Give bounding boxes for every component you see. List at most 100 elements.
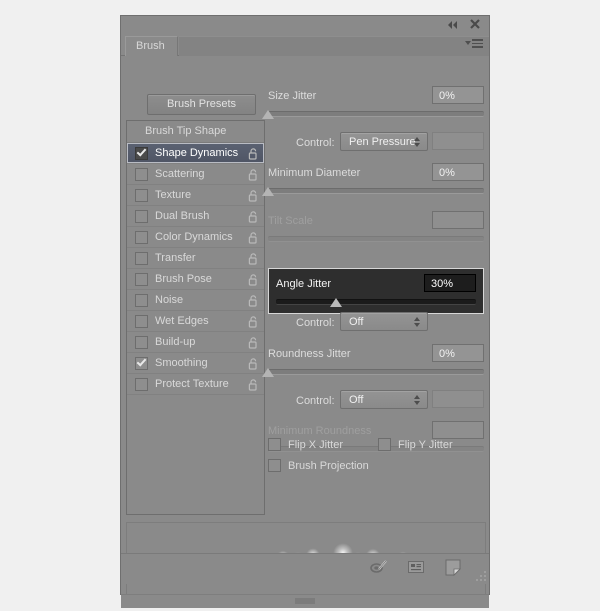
lock-icon[interactable]: [248, 315, 259, 328]
panel-bottom-strip: [121, 594, 489, 608]
size-control-aux-field[interactable]: [432, 132, 484, 150]
roundness-jitter-row: Roundness Jitter 0%: [268, 344, 484, 366]
brush-option-noise[interactable]: Noise: [127, 290, 264, 311]
flip-x-jitter-box: [268, 438, 281, 451]
brush-option-checkbox[interactable]: [135, 356, 148, 370]
tilt-scale-slider: [268, 234, 484, 248]
roundness-control-value: Off: [349, 394, 364, 406]
new-brush-icon[interactable]: [443, 558, 463, 576]
brush-option-transfer[interactable]: Transfer: [127, 248, 264, 269]
size-jitter-thumb[interactable]: [262, 110, 274, 119]
angle-control-stepper-icon: [414, 317, 420, 327]
create-new-preset-icon[interactable]: [406, 558, 426, 576]
app-background: Brush Brush Presets Brush Tip Shape Shap…: [0, 0, 600, 611]
lock-icon[interactable]: [248, 189, 259, 202]
size-control-select[interactable]: Pen Pressure: [340, 132, 428, 151]
panel-titlebar: [121, 16, 489, 34]
tilt-scale-row: Tilt Scale: [268, 211, 484, 233]
minimum-diameter-thumb[interactable]: [262, 187, 274, 196]
flip-y-jitter-label: Flip Y Jitter: [398, 438, 453, 451]
brush-presets-button[interactable]: Brush Presets: [147, 94, 256, 115]
brush-option-smoothing[interactable]: Smoothing: [127, 353, 264, 374]
brush-option-label: Smoothing: [155, 357, 208, 369]
brush-option-checkbox[interactable]: [135, 272, 148, 286]
brush-option-checkbox[interactable]: [135, 314, 148, 328]
panel-menu-icon[interactable]: [465, 39, 483, 48]
footer-icon-group: [369, 558, 463, 576]
brush-option-label: Color Dynamics: [155, 231, 233, 243]
roundness-jitter-slider[interactable]: [262, 367, 484, 381]
angle-jitter-slider[interactable]: [276, 297, 476, 311]
brush-option-label: Noise: [155, 294, 184, 306]
tab-brush[interactable]: Brush: [125, 36, 178, 56]
angle-control-label: Control:: [296, 317, 335, 329]
brush-option-build-up[interactable]: Build-up: [127, 332, 264, 353]
lock-icon[interactable]: [248, 294, 259, 307]
lock-icon[interactable]: [248, 273, 259, 286]
window-controls: [445, 18, 483, 32]
drag-handle-marks[interactable]: [295, 598, 315, 604]
brush-tip-shape-header[interactable]: Brush Tip Shape: [127, 121, 264, 143]
brush-option-checkbox[interactable]: [135, 188, 148, 202]
brush-projection-checkbox[interactable]: Brush Projection: [268, 459, 369, 472]
tilt-scale-label: Tilt Scale: [268, 215, 313, 227]
brush-option-checkbox[interactable]: [135, 335, 148, 349]
panel-menu-caret: [465, 41, 471, 46]
minimum-diameter-value[interactable]: 0%: [432, 163, 484, 181]
flip-options: Flip X Jitter Flip Y Jitter Brush Projec…: [268, 438, 484, 480]
lock-icon[interactable]: [248, 252, 259, 265]
brush-option-checkbox[interactable]: [135, 230, 148, 244]
brush-option-scattering[interactable]: Scattering: [127, 164, 264, 185]
lock-icon[interactable]: [248, 168, 259, 181]
minimum-diameter-row: Minimum Diameter 0%: [268, 163, 484, 185]
close-icon[interactable]: [469, 18, 483, 32]
size-jitter-value[interactable]: 0%: [432, 86, 484, 104]
flip-x-jitter-checkbox[interactable]: Flip X Jitter: [268, 438, 343, 451]
flip-y-jitter-box: [378, 438, 391, 451]
lock-icon[interactable]: [248, 378, 259, 391]
lock-icon[interactable]: [248, 231, 259, 244]
shape-dynamics-controls: Size Jitter 0% Control: Pen Pressure Min…: [262, 86, 484, 501]
lock-icon[interactable]: [248, 210, 259, 223]
size-jitter-track: [268, 111, 484, 117]
brush-option-checkbox[interactable]: [135, 293, 148, 307]
resize-grip-icon[interactable]: [474, 569, 486, 581]
angle-jitter-block[interactable]: Angle Jitter 30%: [268, 268, 484, 314]
brush-option-dual-brush[interactable]: Dual Brush: [127, 206, 264, 227]
roundness-control-select[interactable]: Off: [340, 390, 428, 409]
lock-icon[interactable]: [248, 357, 259, 370]
angle-jitter-label: Angle Jitter: [276, 278, 332, 290]
minimum-diameter-slider[interactable]: [262, 186, 484, 200]
brush-option-texture[interactable]: Texture: [127, 185, 264, 206]
angle-jitter-value[interactable]: 30%: [424, 274, 476, 292]
lock-icon[interactable]: [248, 147, 259, 160]
brush-option-shape-dynamics[interactable]: Shape Dynamics: [127, 143, 264, 164]
size-jitter-slider[interactable]: [262, 109, 484, 123]
brush-option-checkbox[interactable]: [135, 209, 148, 223]
brush-option-checkbox[interactable]: [135, 146, 148, 160]
collapse-icon[interactable]: [445, 18, 459, 32]
roundness-jitter-label: Roundness Jitter: [268, 348, 351, 360]
brush-option-checkbox[interactable]: [135, 167, 148, 181]
minimum-roundness-value: [432, 421, 484, 439]
brush-option-brush-pose[interactable]: Brush Pose: [127, 269, 264, 290]
toggle-brush-preview-icon[interactable]: [369, 558, 389, 576]
brush-option-color-dynamics[interactable]: Color Dynamics: [127, 227, 264, 248]
brush-option-checkbox[interactable]: [135, 251, 148, 265]
angle-control-select[interactable]: Off: [340, 312, 428, 331]
brush-option-label: Dual Brush: [155, 210, 210, 222]
brush-option-checkbox[interactable]: [135, 377, 148, 391]
lock-icon[interactable]: [248, 336, 259, 349]
brush-option-protect-texture[interactable]: Protect Texture: [127, 374, 264, 395]
angle-jitter-thumb[interactable]: [330, 298, 342, 307]
roundness-control-aux-field[interactable]: [432, 390, 484, 408]
roundness-jitter-thumb[interactable]: [262, 368, 274, 377]
brush-option-label: Transfer: [155, 252, 196, 264]
flip-row-2: Brush Projection: [268, 459, 484, 480]
brush-option-wet-edges[interactable]: Wet Edges: [127, 311, 264, 332]
roundness-jitter-value[interactable]: 0%: [432, 344, 484, 362]
flip-y-jitter-checkbox[interactable]: Flip Y Jitter: [378, 438, 453, 451]
brush-option-list: Brush Tip Shape Shape Dynamics Scattering…: [126, 120, 265, 515]
size-jitter-row: Size Jitter 0%: [268, 86, 484, 108]
angle-control-row: Control: Off: [268, 312, 484, 336]
